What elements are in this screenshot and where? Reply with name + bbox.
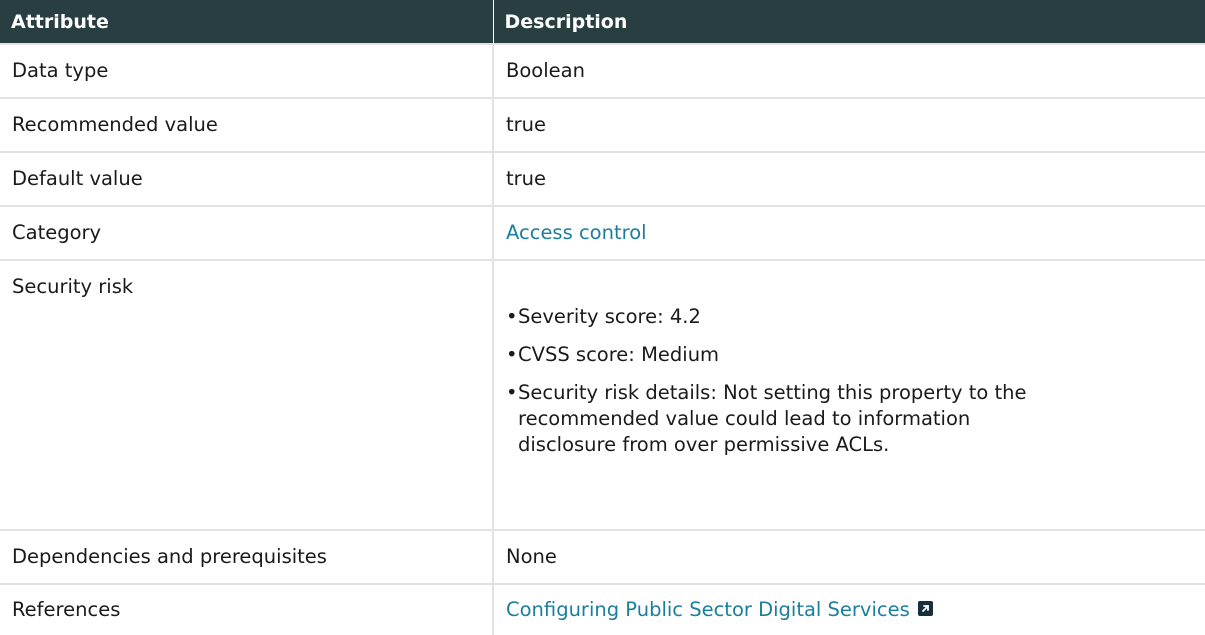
header-attribute: Attribute [0,0,494,44]
value-cell: Severity score: 4.2 CVSS score: Medium S… [492,259,1205,531]
table-row: Dependencies and prerequisites None [0,529,1205,585]
attribute-cell: Data type [0,43,494,99]
header-row: Attribute Description [0,0,1205,44]
value-cell: true [492,97,1205,153]
references-link-label: Configuring Public Sector Digital Servic… [506,598,910,621]
attribute-table: Attribute Description Data type Boolean … [0,0,1205,635]
table-row: Data type Boolean [0,43,1205,99]
attribute-cell: Recommended value [0,97,494,153]
category-link[interactable]: Access control [506,221,647,244]
header-description: Description [493,0,1205,44]
table-row: References Configuring Public Sector Dig… [0,583,1205,635]
value-cell: true [492,151,1205,207]
references-link[interactable]: Configuring Public Sector Digital Servic… [506,598,933,621]
external-link-icon [917,601,933,616]
attribute-cell: Dependencies and prerequisites [0,529,494,585]
attribute-cell: Security risk [0,259,494,531]
attribute-cell: References [0,583,494,635]
security-risk-list: Severity score: 4.2 CVSS score: Medium S… [506,304,1205,458]
list-item: CVSS score: Medium [506,342,1058,368]
value-cell: Boolean [492,43,1205,99]
table-row: Recommended value true [0,97,1205,153]
attribute-cell: Category [0,205,494,261]
table-row: Category Access control [0,205,1205,261]
value-cell: None [492,529,1205,585]
attribute-cell: Default value [0,151,494,207]
table-row: Security risk Severity score: 4.2 CVSS s… [0,259,1205,531]
list-item: Security risk details: Not setting this … [506,380,1058,458]
value-cell: Configuring Public Sector Digital Servic… [492,583,1205,635]
table-row: Default value true [0,151,1205,207]
list-item: Severity score: 4.2 [506,304,1058,330]
value-cell: Access control [492,205,1205,261]
